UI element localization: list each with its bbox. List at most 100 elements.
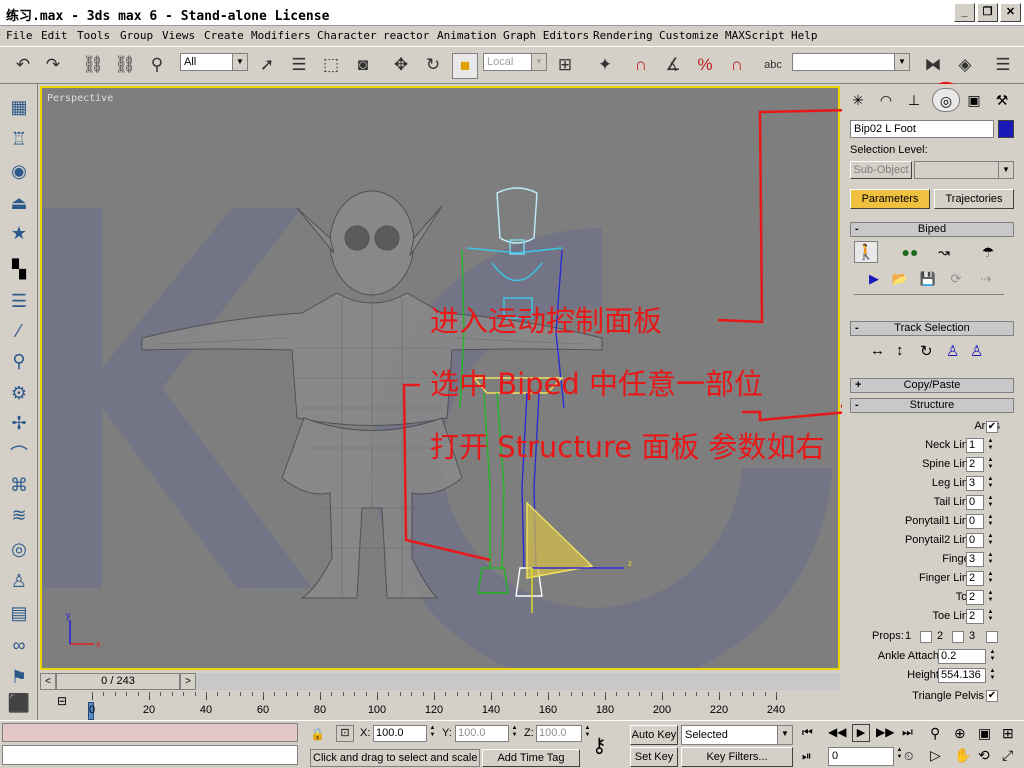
move-all-mode-icon[interactable]: ⇢	[976, 269, 996, 289]
param-value-field[interactable]: 1	[966, 438, 984, 453]
play-biped-icon[interactable]: ▶	[864, 269, 884, 289]
menu-views[interactable]: Views	[162, 29, 195, 42]
move-icon[interactable]: ✥	[388, 53, 414, 79]
close-button[interactable]: ✕	[1000, 3, 1021, 22]
time-slider-thumb[interactable]: 0 / 243	[56, 673, 180, 690]
key-filters-button[interactable]: Key Filters...	[681, 747, 793, 767]
utilities-tab-icon[interactable]: ⚒	[990, 88, 1014, 112]
ankle-attach-field[interactable]: 0.2	[938, 649, 986, 664]
param-spinner[interactable]: ▲ ▼	[986, 552, 995, 567]
track-horizontal-icon[interactable]: ↔	[870, 342, 885, 359]
reference-coord-dropdown[interactable]: Local ▼	[483, 53, 547, 71]
arc-rotate-icon[interactable]: ⟲	[978, 747, 990, 764]
symmetrical-icon[interactable]: ♙	[946, 342, 959, 360]
menu-animation[interactable]: Animation	[437, 29, 497, 42]
flag-icon[interactable]: ⚑	[6, 664, 32, 690]
maximize-viewport-icon[interactable]: ⤢	[1002, 747, 1013, 764]
props-3-checkbox[interactable]	[986, 631, 998, 643]
height-field[interactable]: 554.136	[938, 668, 986, 683]
biped-rollout-header[interactable]: - Biped	[850, 222, 1014, 237]
pan-icon[interactable]: ✋	[954, 747, 971, 764]
param-value-field[interactable]: 2	[966, 590, 984, 605]
go-to-end-icon[interactable]: ⏭	[902, 725, 913, 740]
y-value-field[interactable]: 100.0	[455, 725, 509, 742]
menu-edit[interactable]: Edit	[41, 29, 68, 42]
play-icon[interactable]: ▶	[852, 724, 870, 742]
create-tab-icon[interactable]: ✳	[846, 88, 870, 112]
z-spinner[interactable]: ▲ ▼	[583, 725, 592, 742]
param-value-field[interactable]: 2	[966, 457, 984, 472]
zoom-icon[interactable]: ⚲	[930, 725, 940, 742]
select-and-link-icon[interactable]: ⛓	[80, 53, 106, 79]
param-spinner[interactable]: ▲ ▼	[986, 609, 995, 624]
prev-frame-button[interactable]: <	[40, 673, 56, 690]
key-mode-dropdown[interactable]: Selected ▼	[681, 725, 793, 745]
previous-key-icon[interactable]: ◀◀	[828, 725, 846, 739]
convert-icon[interactable]: ⟳	[946, 269, 966, 289]
manipulate-icon[interactable]: ✦	[592, 53, 618, 79]
height-spinner[interactable]: ▲ ▼	[988, 668, 997, 683]
undo-icon[interactable]: ↶	[10, 53, 36, 79]
layer-manager-icon[interactable]: ☰	[990, 53, 1016, 79]
menu-group[interactable]: Group	[120, 29, 153, 42]
x-value-field[interactable]: 100.0	[373, 725, 427, 742]
parameters-tab[interactable]: Parameters	[850, 189, 930, 209]
angle-snap-icon[interactable]: ∡	[660, 53, 686, 79]
z-value-field[interactable]: 100.0	[536, 725, 582, 742]
panel-icon[interactable]: ▤	[6, 600, 32, 626]
motion-flow-icon[interactable]: ↝	[932, 241, 956, 263]
menu-create[interactable]: Create	[204, 29, 244, 42]
sphere-icon[interactable]: ◉	[6, 158, 32, 184]
mirror-icon[interactable]: ⧓	[920, 53, 946, 79]
field-of-view-icon[interactable]: ▷	[930, 747, 941, 764]
props-1-checkbox[interactable]	[920, 631, 932, 643]
auto-key-button[interactable]: Auto Key	[630, 725, 678, 745]
menu-customize[interactable]: Customize	[659, 29, 719, 42]
current-frame-field[interactable]: 0	[828, 747, 894, 766]
menu-graph-editors[interactable]: Graph Editors	[503, 29, 589, 42]
key-mode-toggle-icon[interactable]: ⏯	[802, 749, 812, 764]
star-icon[interactable]: ★	[6, 220, 32, 246]
menu-tools[interactable]: Tools	[77, 29, 110, 42]
y-spinner[interactable]: ▲ ▼	[510, 725, 519, 742]
param-spinner[interactable]: ▲ ▼	[986, 457, 995, 472]
absolute-mode-icon[interactable]: ⊡	[336, 725, 354, 742]
time-slider-track[interactable]	[196, 673, 840, 690]
object-name-field[interactable]: Bip02 L Foot	[850, 120, 994, 138]
current-frame-spinner[interactable]: ▲ ▼	[895, 747, 904, 766]
motion-tab-icon[interactable]: ◎	[932, 88, 960, 112]
modify-tab-icon[interactable]: ◠	[874, 88, 898, 112]
zoom-all-icon[interactable]: ⊕	[954, 725, 966, 742]
menu-maxscript[interactable]: MAXScript	[725, 29, 785, 42]
mixer-mode-icon[interactable]: ☂	[976, 241, 1000, 263]
rotate-icon[interactable]: ↻	[420, 53, 446, 79]
menu-modifiers[interactable]: Modifiers	[251, 29, 311, 42]
set-key-button[interactable]: Set Key	[630, 747, 678, 767]
selection-filter-dropdown[interactable]: All ▼	[180, 53, 248, 71]
select-by-name-icon[interactable]: ☰	[286, 53, 312, 79]
redo-icon[interactable]: ↷	[40, 53, 66, 79]
display-tab-icon[interactable]: ▣	[962, 88, 986, 112]
param-spinner[interactable]: ▲ ▼	[986, 495, 995, 510]
param-spinner[interactable]: ▲ ▼	[986, 590, 995, 605]
param-spinner[interactable]: ▲ ▼	[986, 514, 995, 529]
minimize-button[interactable]: _	[954, 3, 975, 22]
sub-object-button[interactable]: Sub-Object	[850, 161, 912, 179]
track-selection-rollout-header[interactable]: - Track Selection	[850, 321, 1014, 336]
scale-icon[interactable]: ■	[452, 53, 478, 79]
time-config-icon[interactable]: ⏲	[904, 749, 913, 764]
named-selection-dropdown[interactable]: ▼	[792, 53, 910, 71]
props-2-checkbox[interactable]	[952, 631, 964, 643]
param-value-field[interactable]: 3	[966, 552, 984, 567]
bind-space-warp-icon[interactable]: ⚲	[144, 53, 170, 79]
menu-rendering[interactable]: Rendering	[593, 29, 653, 42]
sub-object-dropdown[interactable]: ▼	[914, 161, 1014, 179]
maxscript-listener-field[interactable]	[2, 723, 298, 742]
param-value-field[interactable]: 0	[966, 514, 984, 529]
time-slider[interactable]: < 0 / 243 >	[40, 672, 840, 692]
select-object-icon[interactable]: ➚	[254, 53, 280, 79]
menu-reactor[interactable]: reactor	[383, 29, 429, 42]
track-rotation-icon[interactable]: ↻	[920, 342, 933, 360]
zoom-extents-icon[interactable]: ▣	[978, 725, 991, 742]
param-spinner[interactable]: ▲ ▼	[986, 533, 995, 548]
